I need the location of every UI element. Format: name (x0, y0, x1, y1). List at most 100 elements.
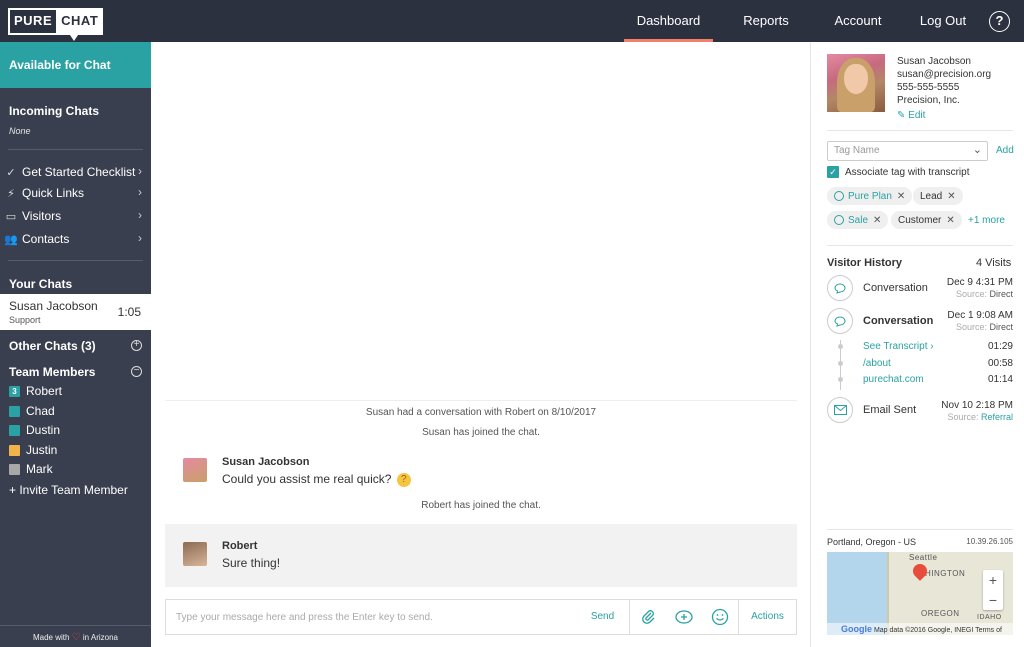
canned-response-icon[interactable] (666, 600, 702, 634)
emoji-smiley-icon[interactable] (702, 600, 738, 634)
map-label: HINGTON (925, 569, 966, 578)
logo-text-pure: PURE (8, 8, 57, 35)
check-icon: ✓ (6, 166, 16, 179)
location-map[interactable]: Seattle HINGTON OREGON IDAHO + − Google … (827, 552, 1013, 635)
other-chats-title[interactable]: Other Chats (3) (9, 339, 96, 353)
chevron-right-icon: › (138, 185, 142, 199)
sidebar-item-contacts[interactable]: 👥 Contacts › (4, 230, 146, 248)
expand-plus-icon[interactable]: + (131, 340, 142, 351)
chat-duration: 1:05 (117, 305, 141, 319)
history-entry-label[interactable]: Conversation (863, 282, 928, 294)
team-member-mark[interactable]: Mark (9, 461, 53, 477)
member-name: Dustin (26, 423, 61, 437)
contact-phone: 555-555-5555 (897, 82, 960, 93)
nav-reports[interactable]: Reports (730, 0, 802, 42)
chevron-down-icon: ⌄ (972, 144, 982, 156)
chat-message: Susan Jacobson Could you assist me real … (165, 447, 797, 493)
source-label: Source: (947, 412, 979, 422)
tag-pure-plan[interactable]: Pure Plan ✕ (827, 187, 913, 205)
history-entry-label[interactable]: Email Sent (863, 404, 916, 416)
help-icon[interactable]: ? (989, 11, 1010, 32)
sidebar-item-label: Quick Links (22, 186, 85, 200)
nav-account[interactable]: Account (822, 0, 894, 42)
visitor-history-title: Visitor History (827, 257, 902, 269)
see-transcript-link[interactable]: See Transcript › (863, 341, 934, 352)
sidebar-item-visitors[interactable]: ▭ Visitors › (4, 207, 146, 225)
source-label: Source: (955, 289, 987, 299)
team-members-title[interactable]: Team Members (9, 365, 95, 379)
page-link-purechat[interactable]: purechat.com (863, 374, 924, 385)
page-duration: 01:29 (987, 341, 1013, 352)
chevron-right-icon: › (138, 231, 142, 245)
chat-transcript: Susan had a conversation with Robert on … (151, 42, 811, 647)
status-square: 3 (9, 385, 20, 397)
timeline-dot (838, 377, 843, 382)
attachment-icon[interactable] (630, 600, 666, 634)
status-square (9, 424, 20, 436)
message-composer: Send Actions (165, 599, 797, 635)
invite-team-member-link[interactable]: + Invite Team Member (9, 483, 128, 497)
avatar (183, 542, 207, 566)
more-tags-link[interactable]: +1 more (968, 215, 1005, 226)
avatar (183, 458, 207, 482)
team-member-dustin[interactable]: Dustin (9, 422, 60, 438)
page-link-about[interactable]: /about (863, 358, 891, 369)
contact-company: Precision, Inc. (897, 95, 960, 106)
nav-logout[interactable]: Log Out (910, 0, 976, 42)
zoom-out-button[interactable]: − (983, 590, 1003, 610)
remove-tag-icon[interactable]: ✕ (873, 215, 881, 226)
remove-tag-icon[interactable]: ✕ (946, 215, 954, 226)
message-input[interactable] (166, 600, 576, 634)
map-zoom-control: + − (983, 570, 1003, 610)
edit-contact-link[interactable]: ✎ Edit (897, 110, 925, 121)
member-name: Justin (26, 443, 58, 457)
source-value: Referral (980, 412, 1013, 422)
availability-status[interactable]: Available for Chat (0, 42, 151, 88)
timeline-dot (838, 361, 843, 366)
source-label: Source: (955, 322, 987, 332)
pencil-icon: ✎ (897, 110, 906, 121)
top-bar: PURE CHAT Dashboard Reports Account Log … (0, 0, 1024, 42)
tag-label: Lead (920, 190, 943, 202)
sidebar-item-quick-links[interactable]: ⚡ Quick Links › (4, 184, 146, 202)
team-member-robert[interactable]: 3 Robert (9, 383, 62, 399)
your-chats-title: Your Chats (9, 277, 73, 291)
history-entry-label[interactable]: Conversation (863, 315, 933, 327)
tag-lead[interactable]: Lead ✕ (913, 187, 963, 205)
send-button[interactable]: Send (576, 600, 630, 634)
source-value: Direct (989, 289, 1013, 299)
tag-name-select[interactable]: Tag Name ⌄ (827, 141, 988, 161)
your-chat-item[interactable]: Susan Jacobson Support 1:05 (0, 294, 151, 330)
team-member-chad[interactable]: Chad (9, 403, 55, 419)
zoom-in-button[interactable]: + (983, 570, 1003, 590)
sidebar-item-checklist[interactable]: ✓ Get Started Checklist › (4, 163, 146, 181)
status-square (9, 405, 20, 417)
history-entry-date: Dec 1 9:08 AM (947, 310, 1013, 321)
tag-sale[interactable]: Sale ✕ (827, 211, 889, 229)
map-label: OREGON (921, 609, 960, 618)
chat-bubble-icon (827, 308, 853, 334)
remove-tag-icon[interactable]: ✕ (897, 191, 905, 202)
team-member-justin[interactable]: Justin (9, 442, 57, 458)
status-square (9, 463, 20, 475)
actions-button[interactable]: Actions (738, 600, 796, 634)
visitor-ip: 10.39.26.105 (966, 537, 1013, 546)
map-label: IDAHO (977, 614, 1002, 621)
purechat-logo[interactable]: PURE CHAT (8, 8, 104, 41)
nav-dashboard[interactable]: Dashboard (624, 0, 713, 42)
history-entry-source: Source: Direct (931, 289, 1013, 299)
divider (827, 529, 1013, 530)
made-prefix: Made with (32, 633, 70, 642)
divider (827, 130, 1013, 131)
associate-label: Associate tag with transcript (845, 166, 970, 178)
message-text-wrap: Could you assist me real quick? ? (222, 472, 411, 487)
collapse-minus-icon[interactable]: − (131, 366, 142, 377)
add-tag-button[interactable]: Add (996, 145, 1014, 156)
remove-tag-icon[interactable]: ✕ (947, 191, 955, 202)
member-name: Robert (26, 384, 63, 398)
associate-tag-checkbox[interactable]: ✓ Associate tag with transcript (827, 166, 970, 178)
message-text: Could you assist me real quick? (222, 472, 392, 486)
tag-customer[interactable]: Customer ✕ (891, 211, 962, 229)
left-sidebar: Available for Chat Incoming Chats None ✓… (0, 42, 151, 647)
tag-label: Sale (848, 214, 869, 226)
